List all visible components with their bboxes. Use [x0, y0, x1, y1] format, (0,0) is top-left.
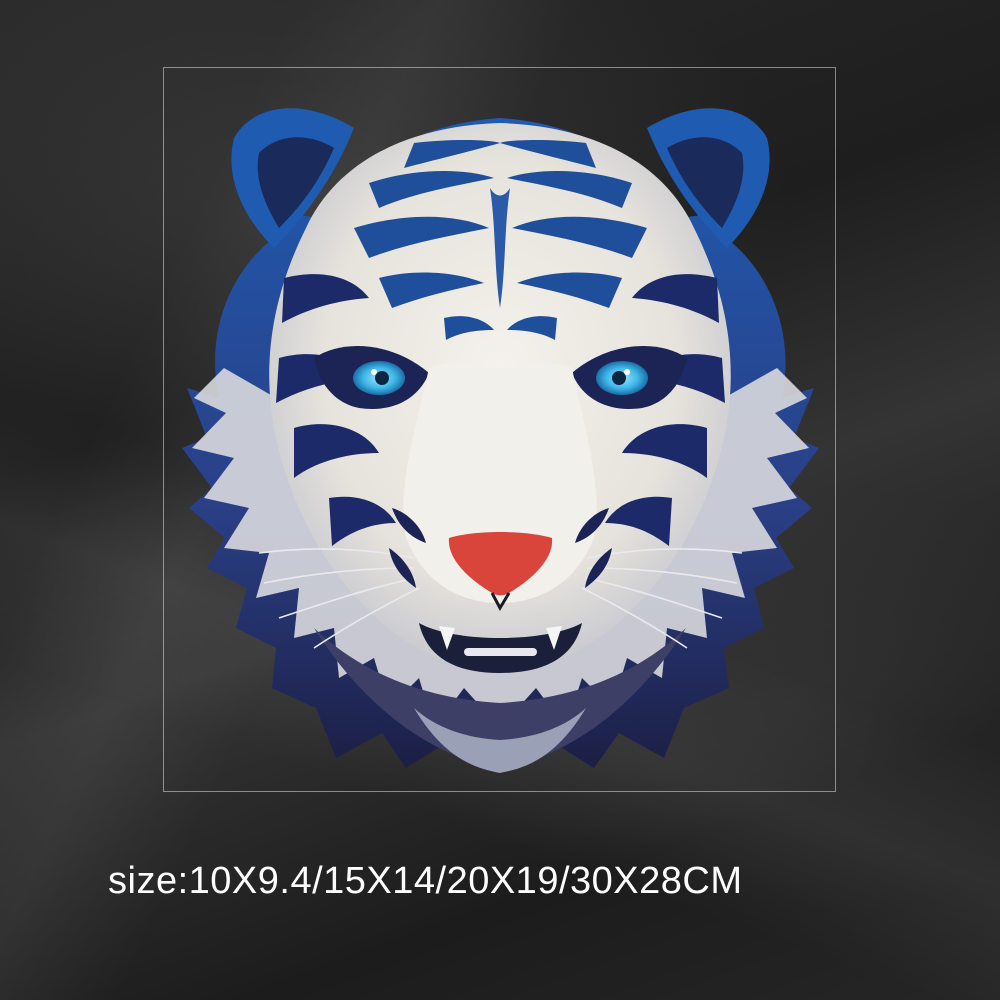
tiger-head-illustration [182, 108, 819, 773]
size-caption: size:10X9.4/15X14/20X19/30X28CM [108, 860, 743, 902]
transfer-sheet [163, 67, 836, 792]
